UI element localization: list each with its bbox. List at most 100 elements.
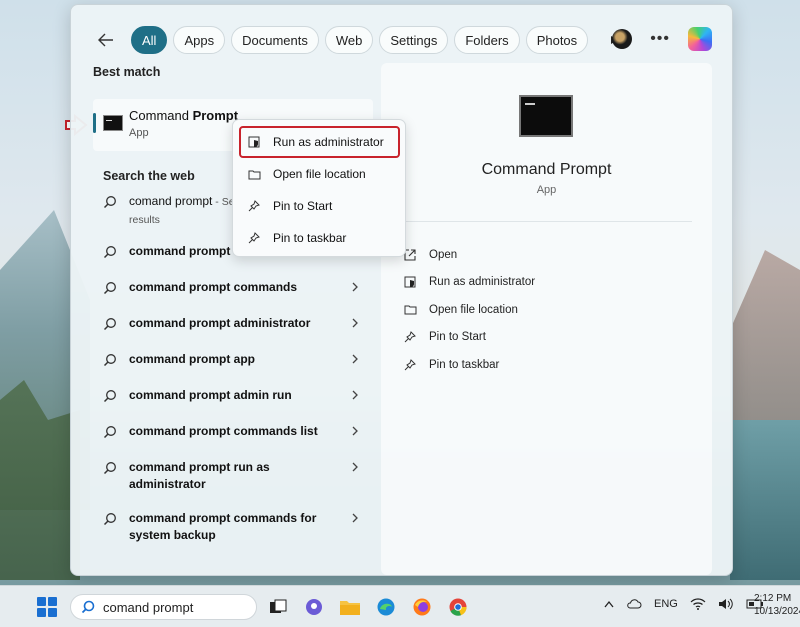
top-right-controls: •••: [612, 27, 712, 51]
detail-app-name: Command Prompt: [481, 161, 612, 178]
search-icon: [103, 282, 116, 295]
pin-icon: [403, 358, 417, 372]
search-icon: [103, 390, 116, 403]
firefox-icon[interactable]: [409, 594, 435, 620]
action-open-file-location[interactable]: Open file location: [403, 296, 535, 324]
web-result-item[interactable]: command prompt commands for system backu…: [103, 510, 368, 544]
taskbar: ENG 2:12 PM 10/13/2024: [0, 585, 800, 627]
filter-tab-settings[interactable]: Settings: [379, 26, 449, 54]
copilot-icon[interactable]: [688, 27, 712, 51]
folder-icon: [247, 167, 261, 181]
best-match-type: App: [129, 127, 149, 139]
back-button[interactable]: [93, 27, 119, 53]
clock-date: 10/13/2024: [754, 606, 800, 617]
cloud-icon[interactable]: [626, 598, 642, 610]
filter-tab-documents[interactable]: Documents: [231, 26, 319, 54]
volume-icon[interactable]: [718, 598, 734, 610]
web-result-text: command prompt administrator: [129, 315, 339, 332]
filter-tab-all[interactable]: All: [131, 26, 168, 54]
action-open-file-location-label: Open file location: [429, 303, 518, 316]
taskbar-apps: [265, 594, 471, 620]
clock[interactable]: 2:12 PM 10/13/2024: [754, 592, 800, 618]
web-result-text: command prompt admin run: [129, 387, 339, 404]
best-match-name: Command Prompt: [129, 108, 238, 123]
context-run-as-admin[interactable]: Run as administrator: [239, 126, 400, 158]
chevron-up-icon[interactable]: [604, 600, 614, 608]
action-pin-to-start-label: Pin to Start: [429, 331, 486, 344]
start-search-panel: All Apps Documents Web Settings Folders …: [70, 4, 733, 576]
web-result-rest: prompt admin run: [185, 388, 292, 402]
filter-bar: All Apps Documents Web Settings Folders …: [93, 25, 624, 55]
web-result-bold: command: [129, 424, 186, 438]
action-open[interactable]: Open: [403, 241, 535, 269]
pin-icon: [403, 330, 417, 344]
windows-start-button[interactable]: [37, 597, 57, 617]
context-pin-to-start[interactable]: Pin to Start: [241, 192, 398, 220]
action-run-as-admin[interactable]: Run as administrator: [403, 269, 535, 297]
chat-app-icon[interactable]: [301, 594, 327, 620]
search-icon: [103, 354, 116, 367]
chevron-right-icon[interactable]: [350, 390, 360, 400]
web-result-rest: prompt administrator: [185, 316, 311, 330]
web-result-text: command prompt run as administrator: [129, 459, 339, 493]
chevron-right-icon[interactable]: [350, 426, 360, 436]
action-run-as-admin-label: Run as administrator: [429, 276, 536, 289]
web-result-rest: prompt commands list: [185, 424, 318, 438]
web-result-bold: command: [129, 388, 186, 402]
web-result-rest: prompt: [185, 244, 231, 258]
context-pin-to-taskbar-label: Pin to taskbar: [273, 231, 347, 245]
filter-tab-folders[interactable]: Folders: [454, 26, 520, 54]
search-icon: [81, 600, 95, 614]
search-icon: [103, 462, 116, 475]
language-indicator[interactable]: ENG: [654, 598, 678, 610]
context-pin-to-taskbar[interactable]: Pin to taskbar: [241, 224, 398, 252]
task-view-icon[interactable]: [265, 594, 291, 620]
web-result-item[interactable]: command prompt admin run: [103, 387, 368, 404]
action-pin-to-start[interactable]: Pin to Start: [403, 324, 535, 352]
filter-tab-web[interactable]: Web: [324, 26, 374, 54]
detail-app-type: App: [536, 184, 557, 196]
avatar[interactable]: [612, 29, 633, 49]
more-options-button[interactable]: •••: [650, 30, 670, 48]
best-match-heading: Best match: [93, 65, 161, 79]
system-tray: ENG: [604, 598, 764, 610]
web-result-item[interactable]: command prompt administrator: [103, 315, 368, 332]
taskbar-search-input[interactable]: [103, 599, 253, 615]
action-pin-to-taskbar[interactable]: Pin to taskbar: [403, 351, 535, 379]
chevron-right-icon[interactable]: [350, 318, 360, 328]
filter-tab-apps[interactable]: Apps: [173, 26, 226, 54]
web-result-bold: command: [129, 244, 186, 258]
context-open-file-location[interactable]: Open file location: [241, 160, 398, 188]
search-icon: [103, 318, 116, 331]
shield-icon: [247, 135, 261, 149]
chevron-right-icon[interactable]: [350, 282, 360, 292]
desktop-wallpaper-water: [730, 420, 800, 580]
web-result-item[interactable]: command prompt run as administrator: [103, 459, 368, 493]
web-result-item[interactable]: command prompt app: [103, 351, 368, 368]
web-result-bold: command: [129, 280, 186, 294]
web-result-sub: results: [129, 214, 160, 226]
context-menu: Run as administrator Open file location …: [232, 119, 406, 257]
search-web-heading: Search the web: [103, 169, 195, 183]
filter-tab-photos[interactable]: Photos: [525, 26, 589, 54]
chevron-right-icon[interactable]: [350, 462, 360, 472]
web-result-bold: command: [129, 460, 186, 474]
web-result-bold: command: [129, 511, 186, 525]
clock-time: 2:12 PM: [754, 593, 792, 604]
action-open-label: Open: [429, 248, 458, 261]
file-explorer-icon[interactable]: [337, 594, 363, 620]
best-match-name-prefix: Command: [129, 108, 193, 123]
action-pin-to-taskbar-label: Pin to taskbar: [429, 358, 500, 371]
wifi-icon[interactable]: [690, 598, 706, 610]
chrome-icon[interactable]: [445, 594, 471, 620]
command-prompt-large-icon: [519, 95, 573, 137]
web-result-item[interactable]: command prompt commands: [103, 279, 368, 296]
edge-browser-icon[interactable]: [373, 594, 399, 620]
web-result-text: command prompt app: [129, 351, 339, 368]
web-result-item[interactable]: command prompt commands list: [103, 423, 368, 440]
taskbar-search-box[interactable]: [70, 594, 257, 620]
pin-icon: [247, 231, 261, 245]
chevron-right-icon[interactable]: [350, 354, 360, 364]
chevron-right-icon[interactable]: [350, 513, 360, 523]
web-result-rest: prompt app: [185, 352, 256, 366]
